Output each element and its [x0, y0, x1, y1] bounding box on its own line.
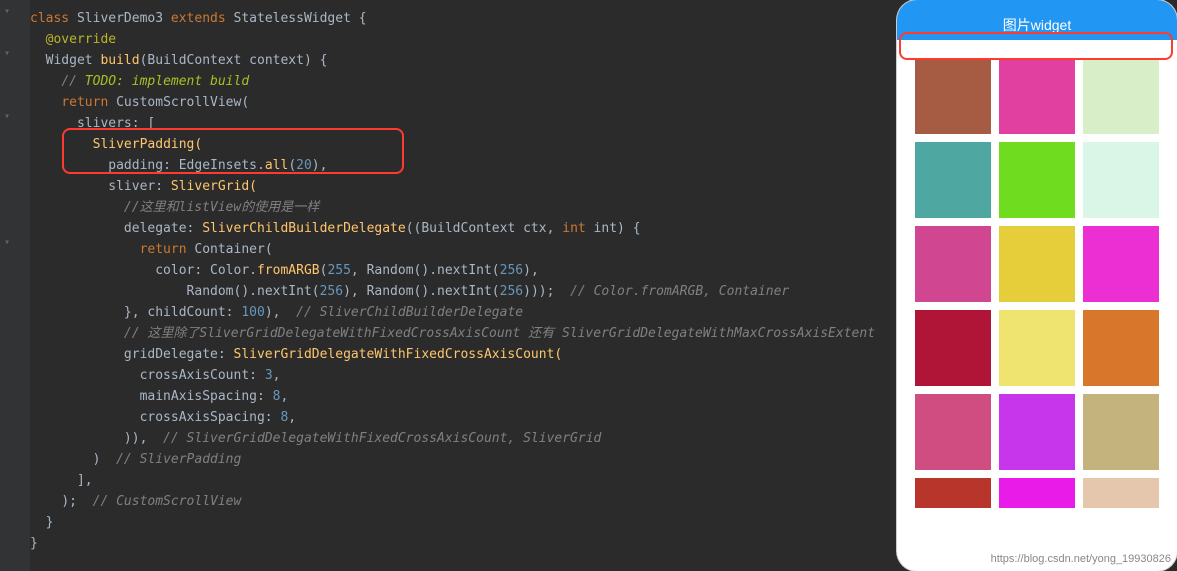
prop: color: Color.	[155, 263, 257, 278]
brace: }	[30, 536, 38, 551]
fold-icon[interactable]: ▾	[4, 6, 14, 16]
call: ), Random().nextInt(	[343, 284, 500, 299]
grid-cell	[999, 142, 1075, 218]
keyword: return	[140, 242, 187, 257]
number: 255	[327, 263, 350, 278]
fn: fromARGB	[257, 263, 320, 278]
grid-cell	[915, 394, 991, 470]
call: Random().nextInt(	[187, 284, 320, 299]
comment: // SliverPadding	[100, 452, 241, 467]
paren: (	[288, 158, 296, 173]
grid-cell	[999, 310, 1075, 386]
close: );	[61, 494, 77, 509]
grid-cell	[915, 58, 991, 134]
param: slivers: [	[77, 116, 155, 131]
grid-cell	[915, 142, 991, 218]
widget: SliverPadding(	[93, 137, 203, 152]
grid-cell	[1083, 58, 1159, 134]
grid-cell	[1083, 478, 1159, 508]
fold-icon[interactable]: ▾	[4, 48, 14, 58]
prop: sliver:	[108, 179, 171, 194]
comma: ,	[351, 263, 367, 278]
comma: ,	[273, 368, 281, 383]
paren: ),	[312, 158, 328, 173]
paren: ),	[265, 305, 281, 320]
call: CustomScrollView(	[108, 95, 249, 110]
class-name: SliverDemo3	[77, 11, 163, 26]
code-content[interactable]: class SliverDemo3 extends StatelessWidge…	[30, 4, 900, 554]
comment: // SliverChildBuilderDelegate	[280, 305, 523, 320]
number: 100	[241, 305, 264, 320]
keyword: return	[61, 95, 108, 110]
grid-cell	[999, 394, 1075, 470]
fn: all	[265, 158, 288, 173]
grid-cell	[1083, 394, 1159, 470]
number: 256	[500, 284, 523, 299]
prop: delegate:	[124, 221, 202, 236]
comment: // 这里除了SliverGridDelegateWithFixedCrossA…	[124, 326, 875, 341]
grid-cell	[999, 58, 1075, 134]
delegate: SliverGridDelegateWithFixedCrossAxisCoun…	[234, 347, 563, 362]
brace: }	[46, 515, 54, 530]
grid-cell	[1083, 310, 1159, 386]
type: int	[562, 221, 585, 236]
grid-cell	[915, 226, 991, 302]
sig: ((BuildContext ctx,	[406, 221, 563, 236]
fold-icon[interactable]: ▾	[4, 111, 14, 121]
grid-cell	[999, 478, 1075, 508]
grid-cell	[999, 226, 1075, 302]
annotation: @override	[46, 32, 116, 47]
prop: crossAxisCount:	[140, 368, 265, 383]
grid-cell	[915, 478, 991, 508]
phone-preview: 图片widget https://blog.csdn.net/yong_1993…	[897, 0, 1177, 571]
keyword: extends	[171, 11, 226, 26]
prop: mainAxisSpacing:	[140, 389, 273, 404]
method-name: build	[100, 53, 139, 68]
prop: gridDelegate:	[124, 347, 234, 362]
color-grid[interactable]	[915, 58, 1159, 508]
comment: //这里和listView的使用是一样	[124, 200, 319, 215]
close: )),	[124, 431, 147, 446]
fold-icon[interactable]: ▾	[4, 237, 14, 247]
grid-cell	[915, 310, 991, 386]
signature: (BuildContext context) {	[140, 53, 328, 68]
return-type: Widget	[46, 53, 93, 68]
prop: crossAxisSpacing:	[140, 410, 281, 425]
prop: padding: EdgeInsets.	[108, 158, 265, 173]
call: Random().nextInt(	[367, 263, 500, 278]
close: }, childCount:	[124, 305, 241, 320]
call: Container(	[187, 242, 273, 257]
comma: ,	[280, 389, 288, 404]
number: 3	[265, 368, 273, 383]
keyword: class	[30, 11, 69, 26]
watermark-text: https://blog.csdn.net/yong_19930826	[991, 553, 1171, 565]
grid-cell	[1083, 142, 1159, 218]
super-class: StatelessWidget	[234, 11, 351, 26]
comment: // Color.fromARGB, Container	[554, 284, 789, 299]
number: 20	[296, 158, 312, 173]
editor-gutter: ▾ ▾ ▾ ▾	[0, 0, 30, 571]
sig: int) {	[586, 221, 641, 236]
number: 256	[500, 263, 523, 278]
delegate: SliverChildBuilderDelegate	[202, 221, 406, 236]
number: 256	[320, 284, 343, 299]
comma: ,	[288, 410, 296, 425]
comment: // TODO: implement build	[61, 74, 249, 89]
app-title: 图片widget	[1003, 17, 1071, 33]
paren: ),	[523, 263, 539, 278]
grid-cell	[1083, 226, 1159, 302]
paren: )));	[523, 284, 554, 299]
widget: SliverGrid(	[171, 179, 257, 194]
app-bar: 图片widget	[897, 0, 1177, 40]
comment: // CustomScrollView	[77, 494, 241, 509]
close: ],	[77, 473, 93, 488]
code-editor[interactable]: ▾ ▾ ▾ ▾ class SliverDemo3 extends Statel…	[0, 0, 900, 571]
comment: // SliverGridDelegateWithFixedCrossAxisC…	[147, 431, 601, 446]
phone-body[interactable]	[897, 40, 1177, 508]
brace: {	[351, 11, 367, 26]
